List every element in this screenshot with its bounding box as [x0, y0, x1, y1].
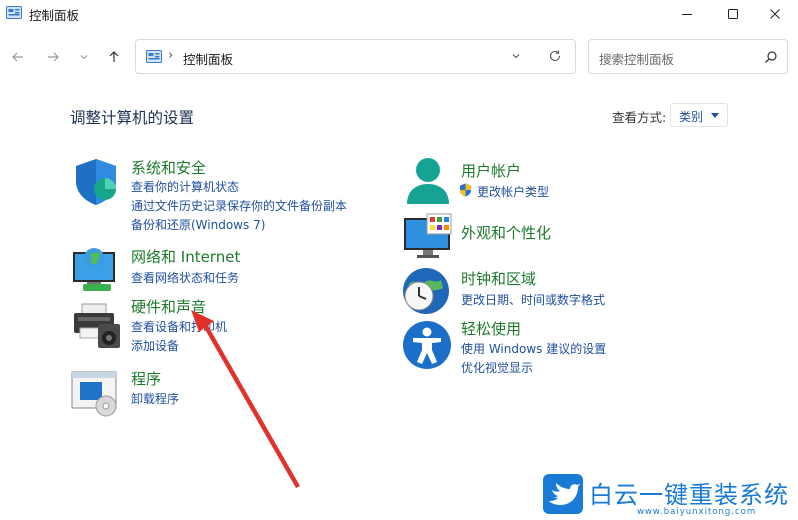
search-input[interactable]: 搜索控制面板	[599, 49, 674, 68]
link-devices-printers[interactable]: 查看设备和打印机	[131, 318, 227, 335]
uac-shield-icon	[460, 183, 471, 197]
link-change-date-time-format[interactable]: 更改日期、时间或数字格式	[461, 291, 605, 308]
forward-arrow-icon	[48, 52, 59, 62]
user-accounts-icon[interactable]	[403, 156, 453, 206]
minimize-icon	[682, 14, 692, 15]
category-title-system-security[interactable]: 系统和安全	[131, 157, 206, 178]
minimize-button[interactable]	[664, 0, 710, 28]
address-bar[interactable]: › 控制面板	[135, 39, 576, 74]
up-button[interactable]	[102, 45, 126, 69]
forward-button[interactable]	[41, 45, 65, 69]
back-button[interactable]	[6, 45, 30, 69]
category-title-clock-region[interactable]: 时钟和区域	[461, 268, 536, 289]
search-box[interactable]: 搜索控制面板	[588, 39, 788, 74]
search-icon[interactable]	[764, 50, 778, 64]
link-uninstall-program[interactable]: 卸载程序	[131, 390, 179, 407]
back-arrow-icon	[12, 52, 23, 62]
breadcrumb-item-control-panel[interactable]: 控制面板	[183, 49, 233, 68]
watermark-name: 白云一键重装系统	[589, 481, 789, 509]
link-view-computer-status[interactable]: 查看你的计算机状态	[131, 178, 239, 195]
maximize-icon	[728, 9, 738, 19]
category-title-hardware-sound[interactable]: 硬件和声音	[131, 296, 206, 317]
history-dropdown-icon	[80, 55, 88, 60]
chevron-down-icon	[711, 113, 719, 118]
link-add-device[interactable]: 添加设备	[131, 337, 179, 354]
view-by-value: 类别	[679, 110, 704, 124]
recent-locations-button[interactable]	[72, 45, 96, 69]
category-title-appearance[interactable]: 外观和个性化	[461, 222, 551, 243]
appearance-personalization-icon[interactable]	[403, 212, 453, 262]
category-title-network[interactable]: 网络和 Internet	[131, 246, 240, 267]
window-title: 控制面板	[29, 8, 80, 23]
category-title-user-accounts[interactable]: 用户帐户	[461, 160, 521, 181]
breadcrumb-separator: ›	[168, 48, 174, 63]
link-change-account-type[interactable]: 更改帐户类型	[477, 183, 549, 200]
watermark: 白云一键重装系统 www.baiyunxitong.com	[543, 474, 793, 518]
address-dropdown-icon[interactable]	[510, 50, 522, 62]
category-title-programs[interactable]: 程序	[131, 368, 161, 389]
up-arrow-icon	[109, 51, 119, 62]
close-button[interactable]	[752, 0, 798, 28]
network-globe-icon[interactable]	[71, 244, 121, 294]
link-windows-recommended-settings[interactable]: 使用 Windows 建议的设置	[461, 340, 606, 357]
watermark-url: www.baiyunxitong.com	[637, 507, 757, 517]
control-panel-icon	[146, 50, 162, 63]
maximize-button[interactable]	[710, 0, 756, 28]
link-optimize-visual-display[interactable]: 优化视觉显示	[461, 359, 533, 376]
ease-of-access-icon[interactable]	[402, 320, 452, 370]
view-by-label: 查看方式:	[612, 110, 667, 125]
bird-logo-icon	[543, 474, 583, 514]
link-network-status[interactable]: 查看网络状态和任务	[131, 269, 239, 286]
category-title-ease-of-access[interactable]: 轻松使用	[461, 318, 521, 339]
page-title: 调整计算机的设置	[70, 109, 195, 127]
title-bar: 控制面板	[0, 0, 798, 28]
refresh-icon[interactable]	[548, 49, 562, 63]
view-by-select[interactable]: 类别	[670, 103, 728, 127]
system-security-shield-icon[interactable]	[72, 157, 122, 207]
close-icon	[770, 9, 780, 19]
hardware-printer-icon[interactable]	[72, 300, 122, 350]
link-backup-restore[interactable]: 备份和还原(Windows 7)	[131, 216, 265, 233]
programs-icon[interactable]	[70, 368, 120, 418]
clock-region-icon[interactable]	[401, 266, 451, 316]
link-file-history-backup[interactable]: 通过文件历史记录保存你的文件备份副本	[131, 197, 347, 214]
control-panel-icon	[6, 6, 22, 19]
